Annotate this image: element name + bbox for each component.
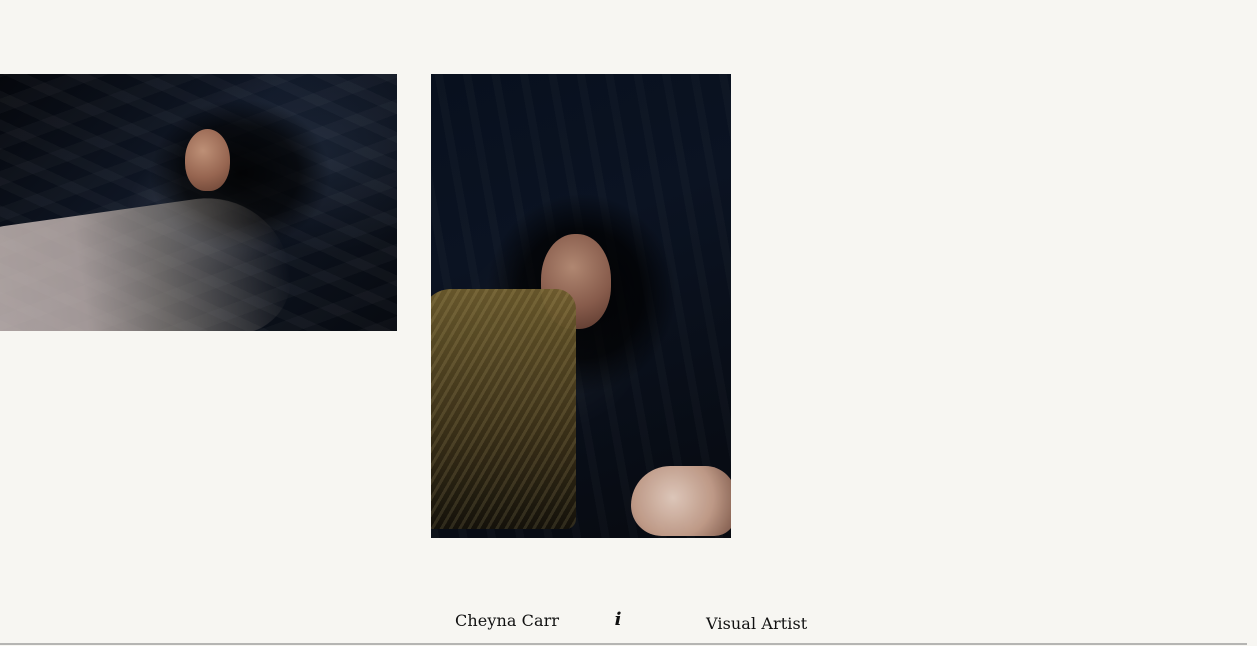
footer-divider [0,643,1247,645]
page: Cheyna Carr i Visual Artist [0,0,1257,646]
artist-name[interactable]: Cheyna Carr [455,611,559,630]
portfolio-photo-1[interactable] [0,74,397,331]
subject-face [185,129,230,191]
subject-hand [631,466,731,536]
artist-title: Visual Artist [706,614,808,633]
footer: Cheyna Carr i Visual Artist [0,598,1257,646]
subject-shirt [431,289,576,529]
info-icon[interactable]: i [610,611,626,629]
portfolio-photo-2[interactable] [431,74,731,538]
